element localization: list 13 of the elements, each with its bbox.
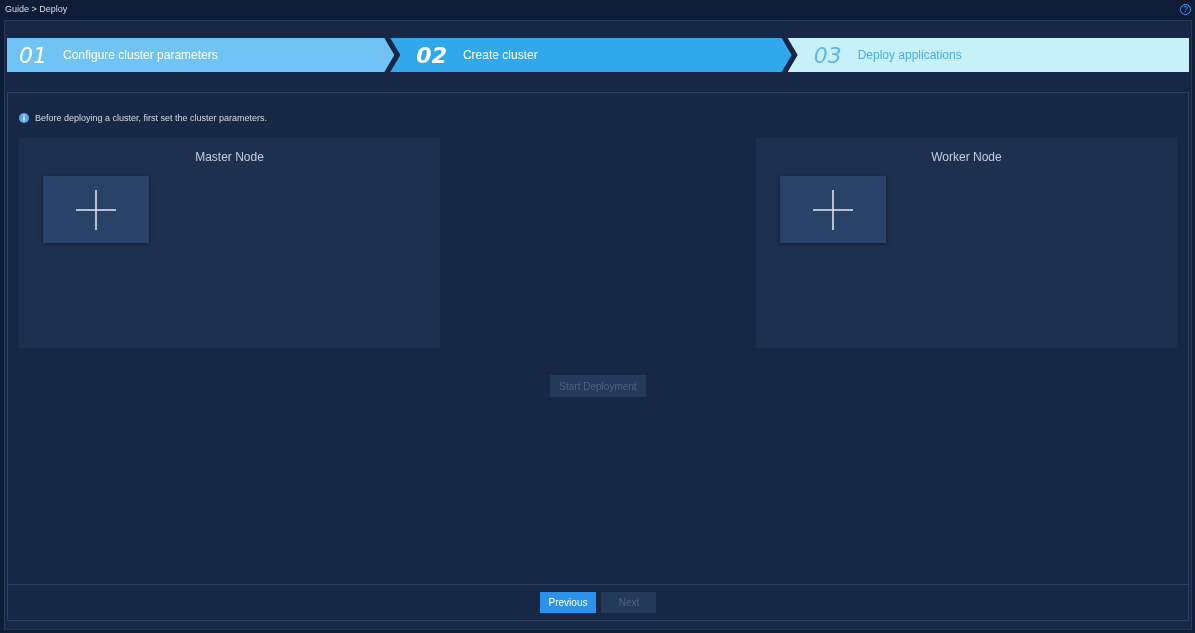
wizard-step: 02 Create cluster [390,38,792,72]
plus-icon [813,189,853,230]
add-node-button[interactable] [780,176,886,243]
node-title: Worker Node [930,150,1003,164]
wizard-step: 01 Configure cluster parameters [7,38,395,72]
node-title: Master Node [194,150,265,164]
add-node-button[interactable] [43,176,149,243]
previous-button[interactable]: Previous [539,592,597,613]
breadcrumb: Guide > Deploy [5,4,68,14]
plus-icon [76,189,116,230]
info-message: Before deploying a cluster, first set the cluster parameters. [35,113,268,123]
info-icon [19,113,29,123]
wizard-step: 03 Deploy applications [787,38,1189,72]
